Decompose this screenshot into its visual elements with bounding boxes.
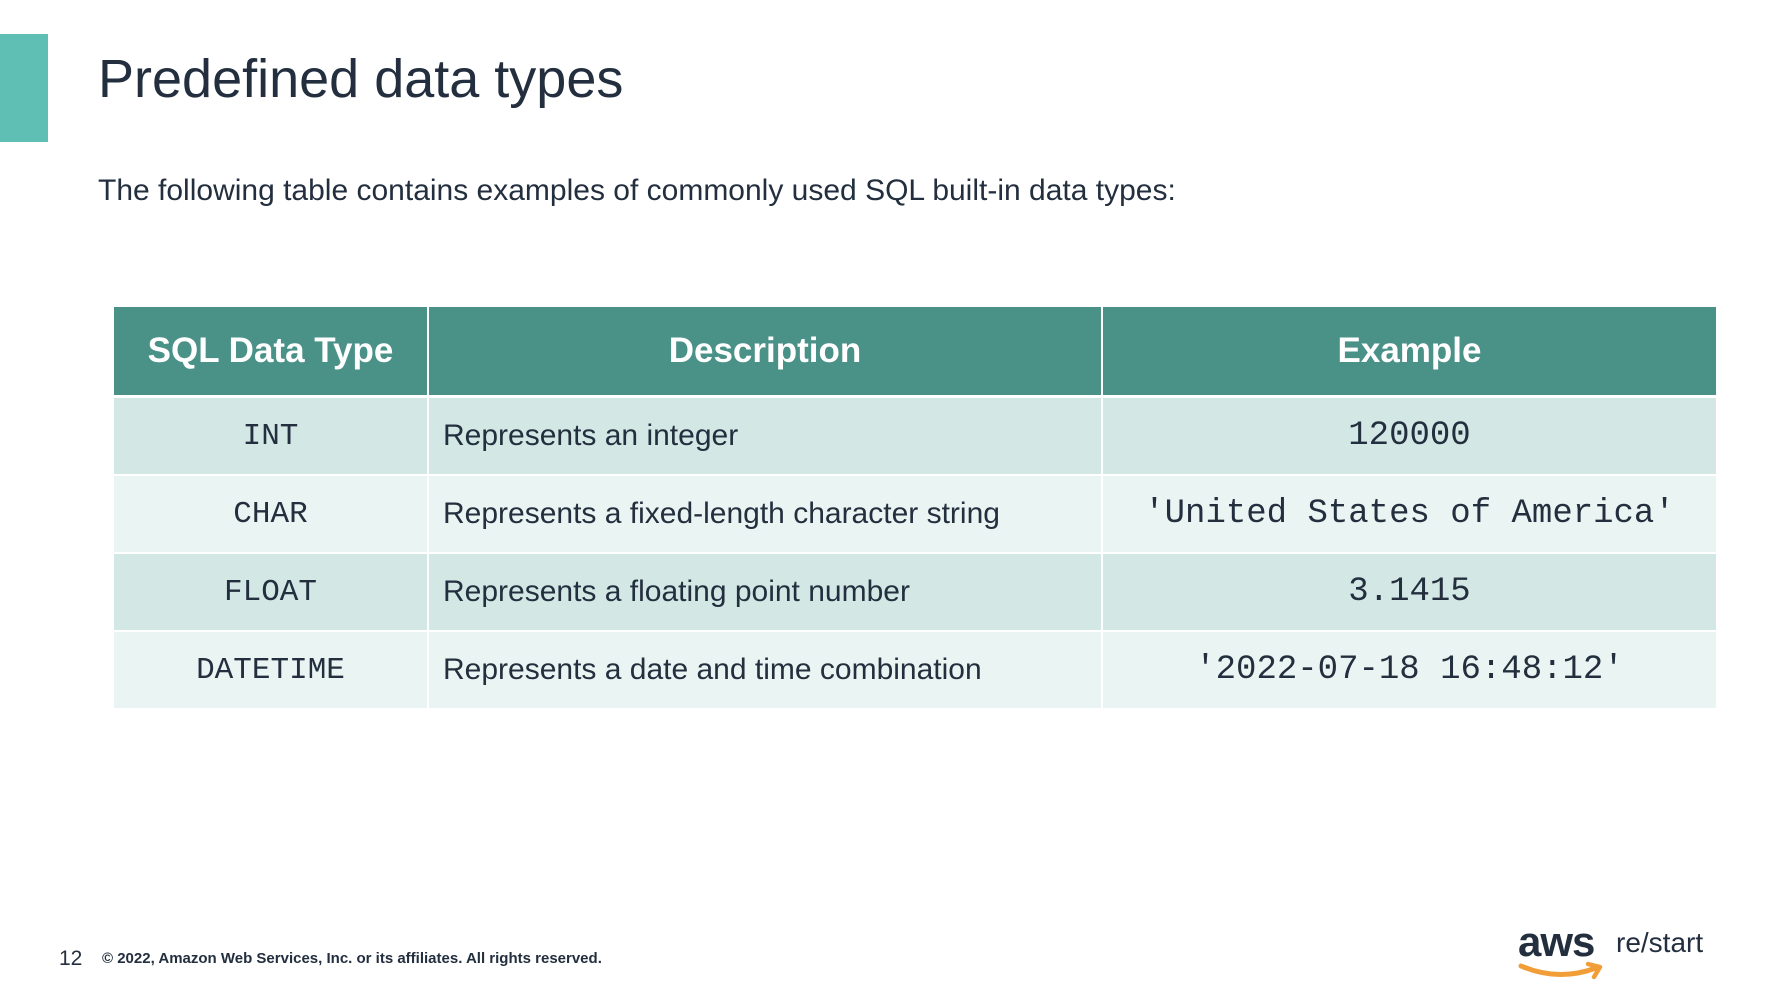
header-example: Example bbox=[1101, 307, 1716, 398]
table-row: INT Represents an integer 120000 bbox=[114, 395, 1716, 475]
page-number: 12 bbox=[59, 947, 83, 970]
table-row: CHAR Represents a fixed-length character… bbox=[114, 474, 1716, 553]
cell-example: 120000 bbox=[1101, 395, 1716, 475]
cell-description: Represents a date and time combination bbox=[427, 630, 1102, 708]
cell-type: FLOAT bbox=[114, 552, 428, 631]
cell-type: INT bbox=[114, 395, 428, 475]
aws-smile-icon bbox=[1518, 961, 1603, 980]
cell-description: Represents an integer bbox=[427, 395, 1102, 475]
cell-type: DATETIME bbox=[114, 630, 428, 708]
header-sql-data-type: SQL Data Type bbox=[114, 307, 428, 398]
table-header-row: SQL Data Type Description Example bbox=[114, 307, 1716, 398]
copyright-notice: © 2022, Amazon Web Services, Inc. or its… bbox=[102, 950, 602, 967]
logo-restart-text: re/start bbox=[1616, 927, 1704, 958]
logo-aws-text: aws bbox=[1518, 918, 1595, 965]
cell-example: 3.1415 bbox=[1101, 552, 1716, 631]
aws-restart-logo: aws re/start bbox=[1518, 920, 1708, 982]
table-row: DATETIME Represents a date and time comb… bbox=[114, 630, 1716, 708]
table-row: FLOAT Represents a floating point number… bbox=[114, 552, 1716, 631]
slide-title: Predefined data types bbox=[98, 49, 624, 109]
cell-type: CHAR bbox=[114, 474, 428, 553]
data-types-table: SQL Data Type Description Example INT Re… bbox=[114, 307, 1716, 708]
cell-example: '2022-07-18 16:48:12' bbox=[1101, 630, 1716, 708]
intro-text: The following table contains examples of… bbox=[98, 174, 1176, 207]
header-description: Description bbox=[427, 307, 1102, 398]
cell-example: 'United States of America' bbox=[1101, 474, 1716, 553]
cell-description: Represents a fixed-length character stri… bbox=[427, 474, 1102, 553]
cell-description: Represents a floating point number bbox=[427, 552, 1102, 631]
title-accent-bar bbox=[0, 34, 48, 142]
